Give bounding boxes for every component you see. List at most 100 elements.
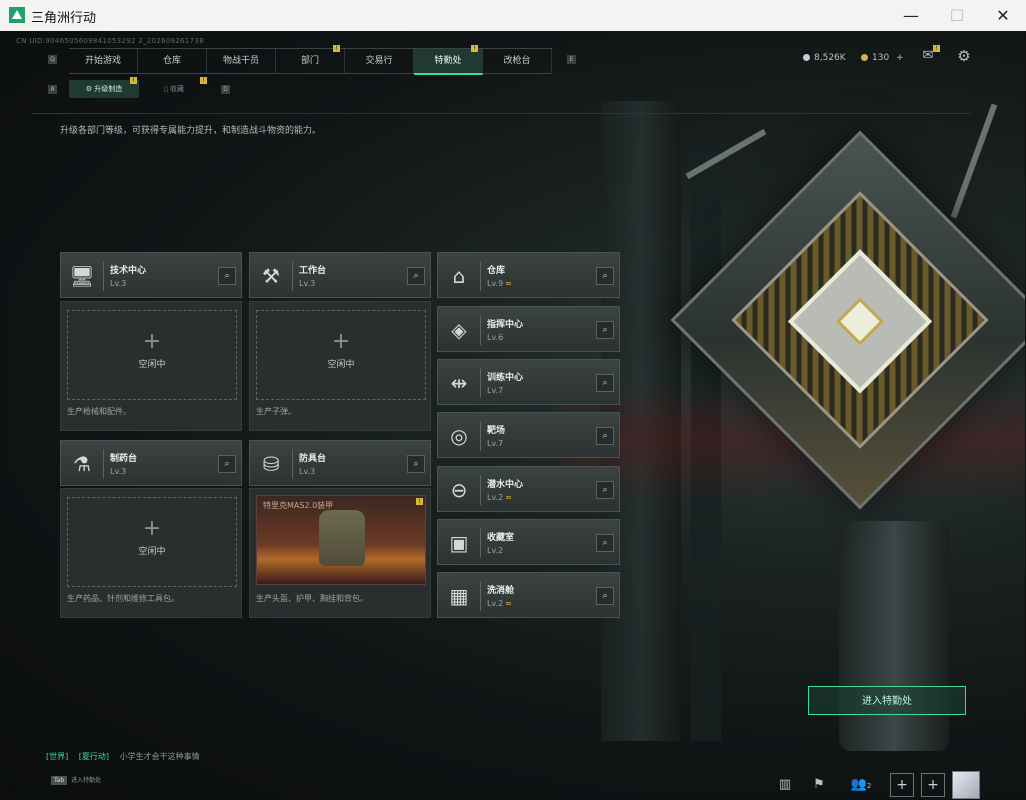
tab-start-game[interactable]: 开始游戏	[69, 49, 138, 73]
tab-department[interactable]: 部门 !	[276, 45, 345, 73]
search-icon[interactable]: ⌕	[218, 267, 236, 285]
stats-chart-icon[interactable]: ▥	[773, 773, 797, 797]
upgrade-available-icon: ≈	[505, 599, 512, 608]
premium-coin-icon	[861, 54, 868, 61]
invite-button[interactable]: +	[921, 773, 945, 797]
production-panel-workbench: + 空闲中 生产子弹。	[249, 301, 431, 431]
production-slot[interactable]: + 空闲中	[67, 310, 237, 400]
flag-icon[interactable]: ⚑	[807, 773, 831, 797]
add-currency-button[interactable]: +	[896, 53, 904, 63]
avatar[interactable]	[952, 771, 980, 799]
chat-line[interactable]: [世界] [夏行动] 小学生才会干这种事情	[46, 751, 208, 762]
close-button[interactable]: ✕	[980, 0, 1026, 31]
nav-prev-key: Q	[48, 55, 57, 64]
facility-card-tech-center[interactable]: 🖥 技术中心 Lv.3 ⌕	[60, 252, 242, 298]
page-description: 升级各部门等级，可获得专属能力提升，和制造战斗物资的能力。	[60, 126, 322, 136]
tab-warehouse[interactable]: 仓库	[138, 49, 207, 73]
slot-status: 空闲中	[138, 547, 166, 557]
window-title: 三角洲行动	[31, 11, 97, 26]
tab-special-ops[interactable]: 特勤处 !	[414, 45, 483, 75]
search-icon[interactable]: ⌕	[407, 267, 425, 285]
friends-icon[interactable]: 👥2	[846, 773, 876, 797]
friends-count: 2	[866, 782, 872, 790]
facility-card-pharmacy[interactable]: ⚗ 制药台 Lv.3 ⌕	[60, 440, 242, 486]
decon-icon: ▦	[449, 584, 469, 608]
tab-key-hint[interactable]: Tab 进入特勤处	[51, 775, 101, 785]
search-icon[interactable]: ⌕	[407, 455, 425, 473]
app-logo-icon	[9, 7, 25, 23]
command-icon: ◈	[451, 318, 467, 342]
notification-badge: !	[471, 45, 478, 52]
settings-gear-icon[interactable]: ⚙	[954, 46, 974, 66]
goggles-icon: ⊖	[450, 478, 468, 502]
crafting-item[interactable]: 特里克MAS2.0装甲 !	[256, 495, 426, 585]
armor-vest-icon	[319, 510, 365, 566]
facility-card-workbench[interactable]: ⚒ 工作台 Lv.3 ⌕	[249, 252, 431, 298]
production-panel-tech-center: + 空闲中 生产枪械和配件。	[60, 301, 242, 431]
tab-gunsmith[interactable]: 改枪台	[483, 49, 552, 73]
notification-badge: !	[200, 77, 207, 84]
minimize-button[interactable]: —	[888, 0, 934, 31]
background-scene	[561, 71, 1025, 751]
facility-card-training-center[interactable]: ⇹ 训练中心 Lv.7 ⌕	[437, 359, 620, 405]
search-icon[interactable]: ⌕	[596, 481, 614, 499]
chat-message: 小学生才会干这种事情	[119, 752, 200, 761]
tab-market[interactable]: 交易行	[345, 49, 414, 73]
facility-card-armor-bench[interactable]: ⛁ 防具台 Lv.3 ⌕	[249, 440, 431, 486]
search-icon[interactable]: ⌕	[596, 587, 614, 605]
crafting-item-name: 特里克MAS2.0装甲	[263, 501, 334, 510]
search-icon[interactable]: ⌕	[218, 455, 236, 473]
coin-icon	[803, 54, 810, 61]
armor-icon: ⛁	[262, 452, 280, 476]
tab-key: Tab	[51, 776, 68, 785]
window-titlebar: 三角洲行动 — ☐ ✕	[0, 0, 1026, 31]
facility-card-decon-chamber[interactable]: ▦ 洗消舱 Lv.2 ≈ ⌕	[437, 572, 620, 618]
subtab-upgrade-craft[interactable]: ⚙ 升级制造 !	[69, 77, 139, 98]
search-icon[interactable]: ⌕	[596, 267, 614, 285]
chat-user: [夏行动]	[78, 752, 110, 761]
notification-badge: !	[416, 498, 423, 505]
facility-card-command-center[interactable]: ◈ 指挥中心 Lv.6 ⌕	[437, 306, 620, 352]
facility-card-warehouse[interactable]: ⌂ 仓库 Lv.9 ≈ ⌕	[437, 252, 620, 298]
nav-next-key: E	[567, 55, 576, 64]
search-icon[interactable]: ⌕	[596, 534, 614, 552]
game-viewport: CN UID:9046505609841053292 2_20260926173…	[1, 31, 1025, 799]
maximize-button[interactable]: ☐	[934, 0, 980, 31]
add-icon: +	[142, 516, 162, 541]
facility-card-shooting-range[interactable]: ◎ 靶场 Lv.7 ⌕	[437, 412, 620, 458]
dumbbell-icon: ⇹	[450, 371, 468, 395]
enter-special-ops-button[interactable]: 进入特勤处	[808, 686, 966, 715]
microscope-icon: ⚗	[73, 452, 91, 476]
production-slot[interactable]: + 空闲中	[256, 310, 426, 400]
upgrade-available-icon: ≈	[505, 493, 512, 502]
sub-nav: ⚙ 升级制造 ! ▯ 收藏 !	[69, 77, 209, 98]
subnav-prev-key: A	[48, 85, 57, 94]
search-icon[interactable]: ⌕	[596, 321, 614, 339]
facility-description: 生产枪械和配件。	[67, 407, 131, 416]
mail-icon[interactable]: ✉ !	[918, 45, 940, 65]
facility-description: 生产头盔、护甲、胸挂和背包。	[256, 594, 368, 603]
target-icon: ◎	[450, 424, 468, 448]
notification-badge: !	[333, 45, 340, 52]
production-slot[interactable]: + 空闲中	[67, 497, 237, 587]
production-panel-armor-bench: 特里克MAS2.0装甲 ! 生产头盔、护甲、胸挂和背包。	[249, 488, 431, 618]
tools-icon: ⚒	[262, 264, 280, 288]
facility-card-collection-room[interactable]: ▣ 收藏室 Lv.2 ⌕	[437, 519, 620, 565]
user-uid: CN UID:9046505609841053292 2_20260926173…	[16, 37, 205, 45]
tab-operators[interactable]: 物战干员	[207, 49, 276, 73]
currency-premium: 130 +	[861, 53, 904, 63]
chat-channel: [世界]	[46, 752, 69, 761]
upgrade-available-icon: ≈	[505, 279, 512, 288]
notification-badge: !	[933, 45, 940, 52]
slot-status: 空闲中	[138, 360, 166, 370]
cube-core-icon	[835, 297, 885, 346]
main-nav: 开始游戏 仓库 物战干员 部门 ! 交易行 特勤处 ! 改枪台	[69, 45, 552, 75]
monitor-icon: 🖥	[69, 264, 95, 288]
add-button[interactable]: +	[890, 773, 914, 797]
facility-description: 生产子弹。	[256, 407, 296, 416]
add-icon: +	[142, 329, 162, 354]
facility-card-diving-center[interactable]: ⊖ 潜水中心 Lv.2 ≈ ⌕	[437, 466, 620, 512]
subtab-collection[interactable]: ▯ 收藏 !	[139, 77, 209, 98]
search-icon[interactable]: ⌕	[596, 427, 614, 445]
search-icon[interactable]: ⌕	[596, 374, 614, 392]
